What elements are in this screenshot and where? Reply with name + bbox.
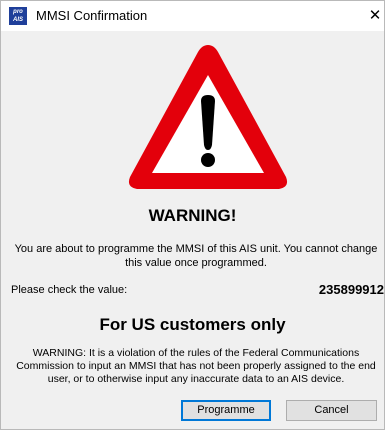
check-value-label: Please check the value: [11,284,128,296]
warning-heading: WARNING! [148,206,237,225]
warning-message: You are about to programme the MMSI of t… [14,243,378,269]
fcc-notice: WARNING: It is a violation of the rules … [16,347,376,385]
window-title: MMSI Confirmation [36,8,148,23]
programme-button[interactable]: Programme [181,400,271,421]
exclamation-mark-dot [201,153,215,167]
title-bar[interactable]: pro AIS MMSI Confirmation ✕ [1,1,384,31]
warning-triangle-icon [128,45,288,189]
us-customers-heading: For US customers only [99,315,286,334]
app-logo-icon: pro AIS [9,7,27,25]
mmsi-value: 235899912 [318,282,384,297]
cancel-button[interactable]: Cancel [286,400,377,421]
mmsi-confirmation-dialog: pro AIS MMSI Confirmation ✕ WARNING! You… [0,0,385,430]
close-icon[interactable]: ✕ [365,4,385,28]
